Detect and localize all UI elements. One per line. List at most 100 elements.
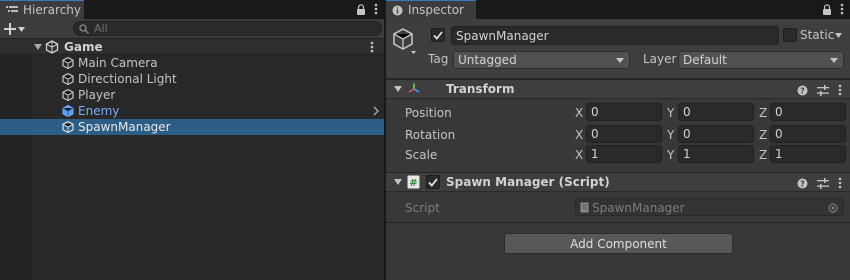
tag-dropdown[interactable]: Untagged bbox=[453, 51, 630, 69]
presets-icon[interactable] bbox=[817, 177, 829, 189]
scale-y-field[interactable] bbox=[678, 145, 754, 163]
hierarchy-item-main-camera[interactable]: Main Camera bbox=[0, 55, 384, 71]
position-z-field[interactable] bbox=[770, 103, 846, 121]
plus-icon bbox=[4, 23, 16, 35]
object-picker-icon bbox=[828, 203, 838, 213]
gameobject-icon bbox=[61, 56, 75, 70]
scale-x-field[interactable] bbox=[586, 145, 662, 163]
hierarchy-item-label: Player bbox=[78, 88, 116, 102]
script-file-icon bbox=[580, 202, 589, 213]
hierarchy-item-player[interactable]: Player bbox=[0, 87, 384, 103]
axis-x-label[interactable]: X bbox=[575, 128, 583, 142]
script-component-header[interactable]: # Spawn Manager (Script) ? bbox=[386, 172, 850, 192]
expand-arrow-icon[interactable] bbox=[34, 44, 42, 50]
position-x-field[interactable] bbox=[586, 103, 662, 121]
position-y-field[interactable] bbox=[678, 103, 754, 121]
transform-header[interactable]: Transform ? bbox=[386, 79, 850, 99]
create-dropdown-button[interactable] bbox=[4, 20, 25, 38]
help-icon[interactable]: ? bbox=[797, 85, 808, 96]
gameobject-icon bbox=[61, 88, 75, 102]
tab-inspector-label: Inspector bbox=[408, 3, 464, 17]
transform-row-label: Position bbox=[405, 106, 452, 120]
script-component-title: Spawn Manager (Script) bbox=[446, 175, 610, 189]
gameobject-large-icon[interactable] bbox=[393, 27, 417, 55]
search-icon bbox=[79, 23, 89, 34]
hierarchy-item-label: Main Camera bbox=[78, 56, 158, 70]
hierarchy-toolbar bbox=[0, 19, 384, 39]
hierarchy-item-directional-light[interactable]: Directional Light bbox=[0, 71, 384, 87]
layer-value: Default bbox=[683, 53, 727, 67]
chevron-down-icon bbox=[830, 58, 838, 63]
tag-value: Untagged bbox=[458, 53, 517, 67]
script-value: SpawnManager bbox=[592, 201, 685, 215]
help-icon[interactable]: ? bbox=[797, 178, 808, 189]
inspector-panel: Inspector Static Tag Untagged bbox=[386, 0, 850, 280]
layer-dropdown[interactable]: Default bbox=[678, 51, 844, 69]
axis-x-label[interactable]: X bbox=[575, 148, 583, 162]
script-enabled-toggle[interactable] bbox=[426, 175, 440, 189]
prefab-icon bbox=[61, 104, 75, 118]
lock-icon[interactable] bbox=[356, 3, 366, 15]
svg-text:#: # bbox=[409, 178, 417, 189]
rotation-y-field[interactable] bbox=[678, 125, 754, 143]
object-name-field[interactable] bbox=[451, 26, 779, 45]
axis-y-label[interactable]: Y bbox=[667, 106, 674, 120]
transform-row-label: Scale bbox=[405, 148, 438, 162]
chevron-down-icon[interactable] bbox=[835, 33, 842, 38]
hierarchy-tab-bar: Hierarchy bbox=[0, 0, 384, 19]
rotation-x-field[interactable] bbox=[586, 125, 662, 143]
foldout-arrow-icon[interactable] bbox=[394, 86, 402, 92]
gameobject-icon bbox=[61, 72, 75, 86]
csharp-script-icon: # bbox=[407, 175, 420, 189]
kebab-menu-icon[interactable] bbox=[840, 3, 844, 15]
lock-icon[interactable] bbox=[822, 3, 832, 15]
kebab-menu-icon[interactable] bbox=[374, 3, 378, 15]
hierarchy-list-icon bbox=[6, 5, 18, 15]
transform-row-label: Rotation bbox=[405, 128, 456, 142]
hierarchy-item-label: Directional Light bbox=[78, 72, 177, 86]
layer-label: Layer bbox=[643, 52, 677, 66]
axis-x-label[interactable]: X bbox=[575, 106, 583, 120]
scene-menu-icon[interactable] bbox=[370, 41, 374, 53]
axis-y-label[interactable]: Y bbox=[667, 128, 674, 142]
tab-hierarchy-label: Hierarchy bbox=[23, 3, 82, 17]
static-label[interactable]: Static bbox=[800, 28, 834, 42]
hierarchy-search-input[interactable] bbox=[94, 22, 374, 35]
tab-inspector[interactable]: Inspector bbox=[386, 0, 476, 19]
gameobject-icon bbox=[61, 120, 75, 134]
kebab-menu-icon[interactable] bbox=[838, 84, 842, 96]
chevron-down-icon bbox=[616, 58, 624, 63]
axis-z-label[interactable]: Z bbox=[759, 106, 767, 120]
hierarchy-item-enemy[interactable]: Enemy bbox=[0, 103, 384, 119]
scene-row[interactable]: Game bbox=[0, 39, 384, 55]
scale-z-field[interactable] bbox=[770, 145, 846, 163]
axis-z-label[interactable]: Z bbox=[759, 128, 767, 142]
presets-icon[interactable] bbox=[817, 84, 829, 96]
tab-hierarchy[interactable]: Hierarchy bbox=[0, 0, 84, 19]
active-toggle[interactable] bbox=[431, 28, 445, 42]
hierarchy-item-label: SpawnManager bbox=[78, 120, 171, 134]
transform-title: Transform bbox=[446, 82, 515, 96]
hierarchy-search[interactable] bbox=[73, 21, 382, 36]
static-toggle[interactable] bbox=[783, 28, 797, 42]
chevron-down-icon bbox=[18, 26, 25, 32]
checkmark-icon bbox=[433, 30, 443, 40]
svg-text:?: ? bbox=[800, 179, 805, 188]
axis-y-label[interactable]: Y bbox=[667, 148, 674, 162]
checkmark-icon bbox=[428, 177, 438, 187]
add-component-button[interactable]: Add Component bbox=[504, 233, 733, 254]
info-icon bbox=[392, 5, 403, 16]
scene-name: Game bbox=[64, 40, 103, 54]
tag-label: Tag bbox=[428, 52, 449, 66]
hierarchy-tree: Game Main Camera Directional Light Playe… bbox=[0, 39, 384, 135]
foldout-arrow-icon[interactable] bbox=[394, 179, 402, 185]
hierarchy-item-label: Enemy bbox=[78, 104, 120, 118]
components-separator bbox=[386, 222, 850, 223]
unity-scene-icon bbox=[45, 40, 59, 54]
axis-z-label[interactable]: Z bbox=[759, 148, 767, 162]
rotation-z-field[interactable] bbox=[770, 125, 846, 143]
chevron-right-icon[interactable] bbox=[373, 106, 379, 116]
hierarchy-item-spawnmanager[interactable]: SpawnManager bbox=[0, 119, 384, 135]
inspector-tab-bar: Inspector bbox=[386, 0, 850, 19]
kebab-menu-icon[interactable] bbox=[838, 177, 842, 189]
